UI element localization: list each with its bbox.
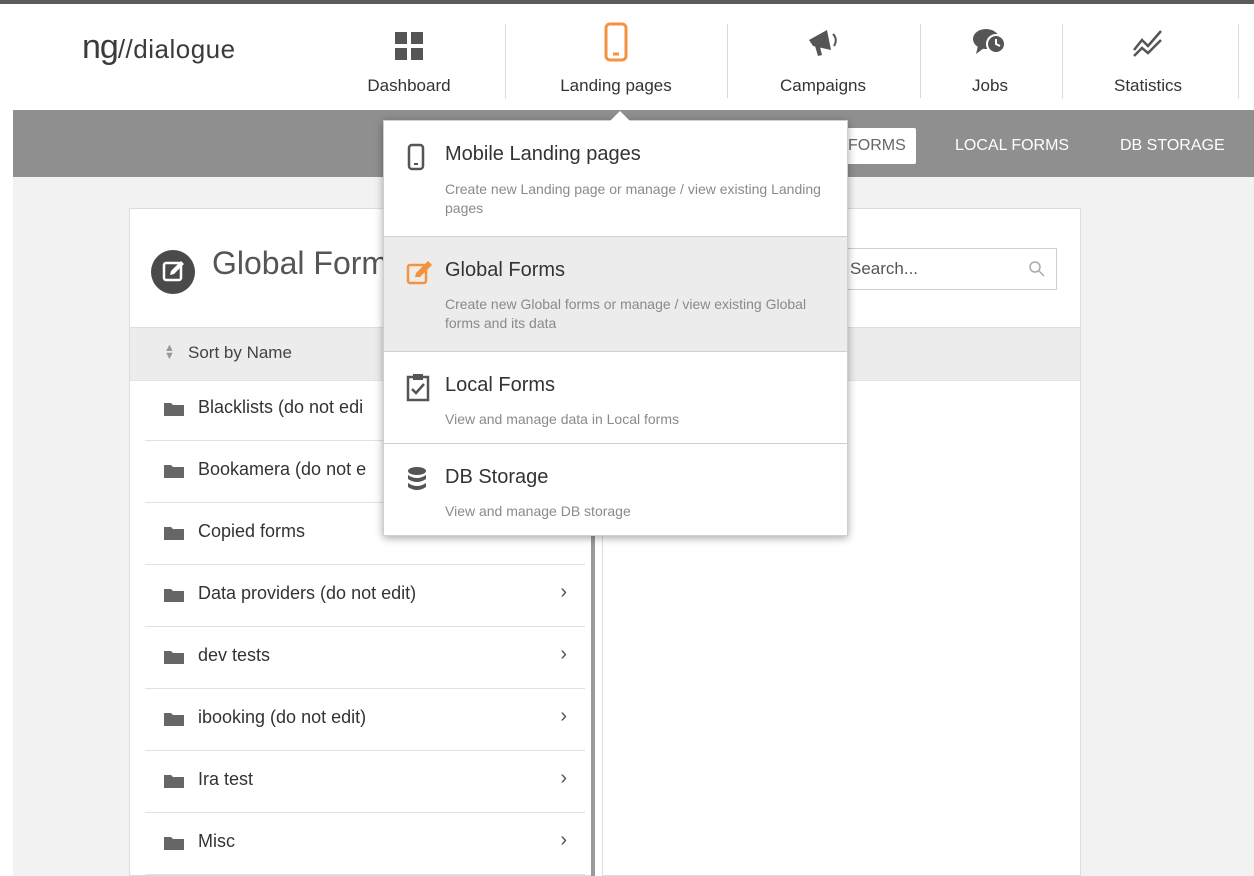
tab-forms[interactable]: FORMS	[838, 128, 916, 164]
landing-pages-dropdown: Mobile Landing pages Create new Landing …	[383, 111, 848, 536]
sort-arrows-icon[interactable]: ▲ ▼	[164, 343, 175, 362]
menu-item-description: View and manage DB storage	[445, 503, 631, 519]
nav-statistics-label: Statistics	[1113, 76, 1183, 95]
search-placeholder: Search...	[850, 259, 919, 278]
list-item[interactable]: dev tests ›	[145, 627, 585, 689]
folder-icon	[164, 775, 184, 788]
folder-name: Blacklists (do not edi	[198, 397, 364, 417]
folder-icon	[164, 465, 184, 478]
mobile-phone-icon	[604, 22, 628, 62]
nav-landing-pages-label: Landing pages	[560, 76, 672, 95]
left-gutter	[0, 10, 13, 876]
list-item[interactable]: Misc ›	[145, 813, 585, 875]
menu-item-global-forms[interactable]: Global Forms Create new Global forms or …	[384, 237, 847, 352]
menu-item-description: View and manage data in Local forms	[445, 411, 679, 427]
search-input[interactable]: Search...	[837, 248, 1057, 290]
folder-icon	[164, 589, 184, 602]
list-item[interactable]: Ira test ›	[145, 751, 585, 813]
nav-separator	[505, 24, 506, 98]
folder-name: dev tests	[198, 645, 271, 665]
chat-clock-icon	[973, 29, 1006, 54]
nav-separator	[1062, 24, 1063, 98]
folder-icon	[164, 713, 184, 726]
tab-local-forms[interactable]: LOCAL FORMS	[945, 128, 1079, 164]
chevron-right-icon: ›	[560, 581, 567, 603]
nav-dashboard[interactable]: Dashboard	[355, 10, 463, 100]
nav-separator	[727, 24, 728, 98]
folder-name: ibooking (do not edit)	[198, 707, 367, 727]
page-title: Global Form	[212, 245, 389, 281]
top-border	[0, 0, 1254, 10]
megaphone-icon	[809, 30, 837, 56]
folder-name: Bookamera (do not e	[198, 459, 367, 479]
edit-form-icon	[406, 261, 432, 285]
chevron-right-icon: ›	[560, 705, 567, 727]
dashboard-grid-icon	[395, 32, 423, 60]
chevron-right-icon: ›	[560, 829, 567, 851]
dropdown-caret	[610, 111, 630, 121]
folder-name: Data providers (do not edit)	[198, 583, 417, 603]
chevron-right-icon: ›	[560, 767, 567, 789]
folder-icon	[164, 403, 184, 416]
nav-campaigns-label: Campaigns	[780, 76, 866, 95]
menu-item-local-forms[interactable]: Local Forms View and manage data in Loca…	[384, 352, 847, 444]
nav-campaigns[interactable]: Campaigns	[765, 10, 881, 100]
menu-item-title: DB Storage	[445, 466, 549, 488]
menu-item-db-storage[interactable]: DB Storage View and manage DB storage	[384, 444, 847, 535]
nav-statistics[interactable]: Statistics	[1100, 10, 1196, 100]
chevron-right-icon: ›	[560, 643, 567, 665]
menu-item-description: Create new Landing page or manage / view…	[445, 181, 821, 216]
menu-item-title: Local Forms	[445, 374, 556, 396]
list-item[interactable]: Data providers (do not edit) ›	[145, 565, 585, 627]
folder-name: Ira test	[198, 769, 254, 789]
clipboard-check-icon	[406, 374, 430, 402]
menu-item-title: Mobile Landing pages	[445, 143, 641, 165]
menu-item-title: Global Forms	[445, 259, 566, 281]
menu-item-description: Create new Global forms or manage / view…	[445, 296, 807, 331]
folder-icon	[164, 837, 184, 850]
logo-text: //dialogue	[117, 34, 236, 64]
logo-prefix: ng	[82, 28, 119, 66]
folder-icon	[164, 527, 184, 540]
nav-dashboard-label: Dashboard	[367, 76, 451, 95]
sort-by-name-button[interactable]: Sort by Name	[188, 343, 292, 363]
edit-form-icon	[151, 250, 195, 294]
line-chart-icon	[1133, 30, 1162, 57]
nav-landing-pages[interactable]: Landing pages	[547, 10, 685, 100]
menu-item-mobile-landing-pages[interactable]: Mobile Landing pages Create new Landing …	[384, 121, 847, 237]
nav-separator	[1238, 24, 1239, 98]
search-icon[interactable]	[1028, 260, 1046, 278]
nav-jobs[interactable]: Jobs	[945, 10, 1035, 100]
nav-jobs-label: Jobs	[972, 76, 1008, 95]
app-logo[interactable]: ng//dialogue	[82, 28, 236, 67]
list-item[interactable]: ibooking (do not edit) ›	[145, 689, 585, 751]
folder-icon	[164, 651, 184, 664]
database-icon	[408, 467, 426, 490]
mobile-phone-icon	[407, 143, 425, 171]
folder-name: Misc	[198, 831, 235, 851]
folder-name: Copied forms	[198, 521, 306, 541]
tab-db-storage[interactable]: DB STORAGE	[1110, 128, 1235, 164]
nav-separator	[920, 24, 921, 98]
